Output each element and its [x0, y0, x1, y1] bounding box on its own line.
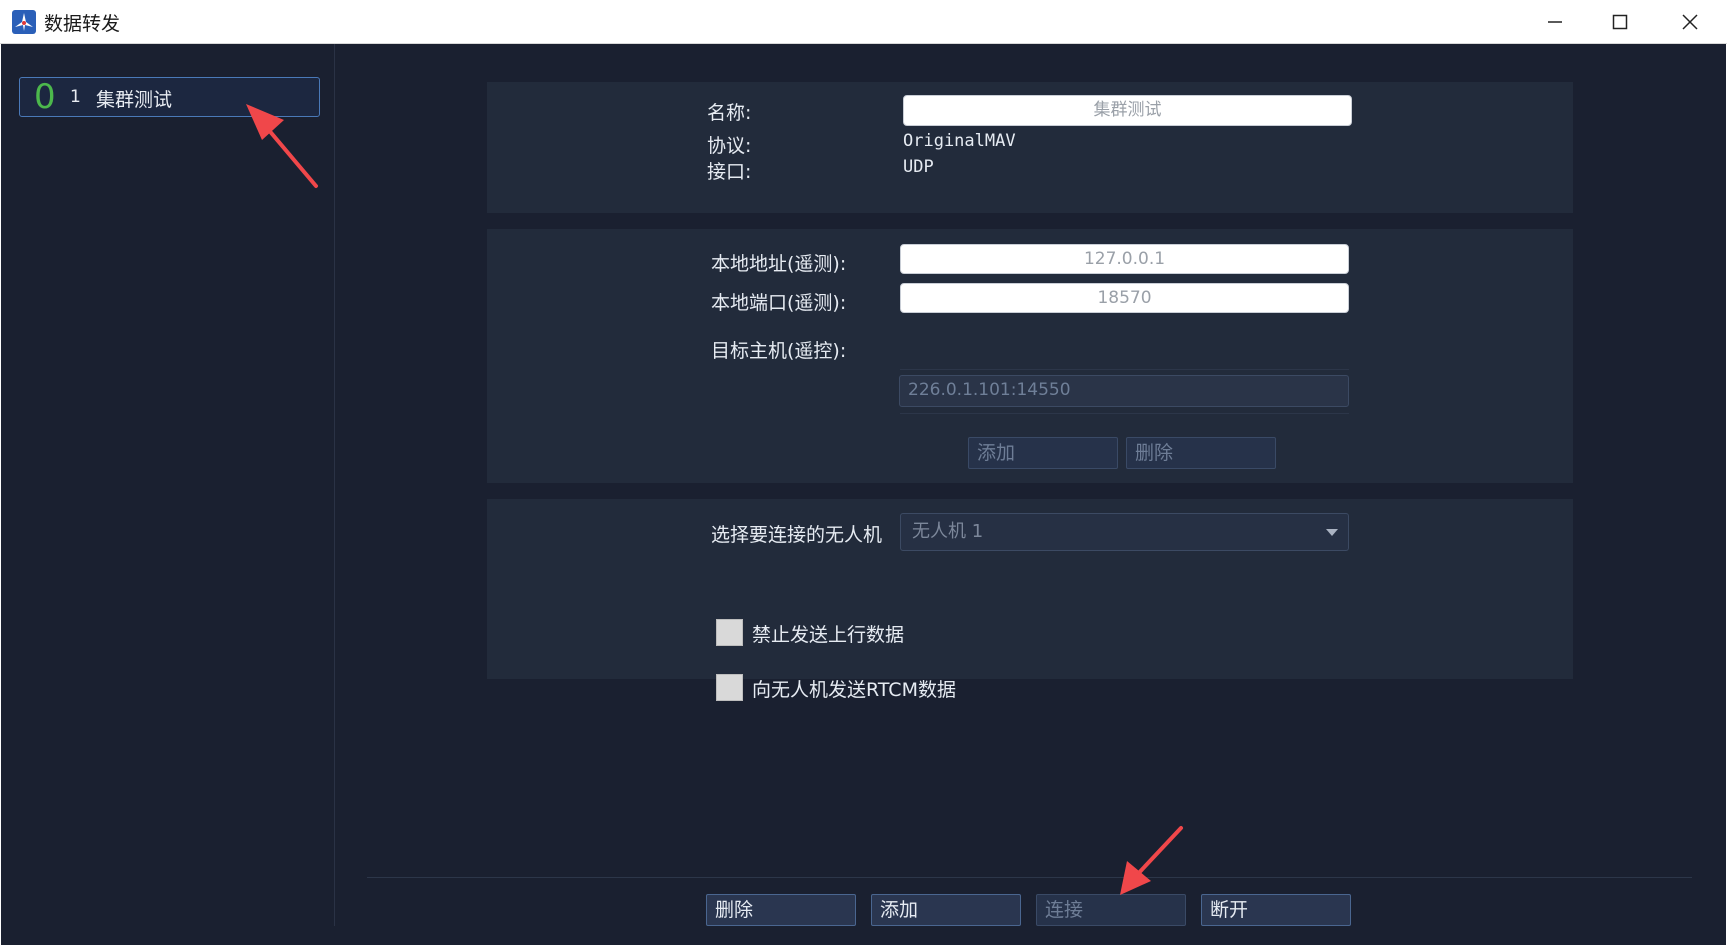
minimize-icon	[1548, 21, 1562, 23]
interface-label: 接口:	[707, 161, 752, 183]
local-address-label: 本地地址(遥测):	[711, 253, 847, 275]
local-address-input[interactable]: 127.0.0.1	[900, 244, 1349, 274]
delete-target-button[interactable]: 删除	[1126, 437, 1276, 469]
delete-button[interactable]: 删除	[706, 894, 856, 926]
list-item-id: 1	[70, 87, 81, 107]
add-target-button[interactable]: 添加	[968, 437, 1118, 469]
target-list-top-border	[900, 369, 1349, 370]
drone-select-label: 选择要连接的无人机	[711, 524, 883, 546]
minimize-button[interactable]	[1520, 0, 1590, 44]
send-rtcm-label: 向无人机发送RTCM数据	[752, 679, 956, 701]
list-item-count: 0	[34, 77, 56, 117]
window-title: 数据转发	[44, 13, 121, 35]
drone-select-value: 无人机 1	[912, 521, 984, 542]
local-port-label: 本地端口(遥测):	[711, 292, 847, 314]
send-rtcm-checkbox[interactable]	[716, 674, 743, 701]
add-button[interactable]: 添加	[871, 894, 1021, 926]
maximize-icon	[1612, 14, 1628, 30]
disable-uplink-checkbox[interactable]	[716, 619, 743, 646]
chevron-down-icon	[1326, 529, 1338, 536]
network-panel: 本地地址(遥测): 127.0.0.1 本地端口(遥测): 18570 目标主机…	[487, 229, 1573, 483]
list-item-name: 集群测试	[96, 89, 173, 111]
disconnect-button[interactable]: 断开	[1201, 894, 1351, 926]
title-bar: 数据转发	[0, 0, 1727, 44]
close-icon	[1682, 14, 1698, 30]
drone-select[interactable]: 无人机 1	[900, 513, 1349, 551]
name-label: 名称:	[707, 102, 752, 124]
target-list-bottom-border	[900, 413, 1349, 414]
info-panel: 名称: 集群测试 协议: OriginalMAV 接口: UDP	[487, 82, 1573, 213]
local-port-input[interactable]: 18570	[900, 283, 1349, 313]
protocol-value: OriginalMAV	[903, 131, 1016, 151]
annotation-arrow-icon	[246, 104, 318, 188]
footer-divider	[367, 877, 1692, 878]
annotation-arrow-icon	[1120, 826, 1183, 895]
interface-value: UDP	[903, 157, 934, 177]
disable-uplink-label: 禁止发送上行数据	[752, 624, 905, 646]
target-host-label: 目标主机(遥控):	[711, 340, 847, 362]
drone-panel: 选择要连接的无人机 无人机 1 禁止发送上行数据 向无人机发送RTCM数据	[487, 499, 1573, 701]
app-icon	[12, 10, 36, 34]
name-input[interactable]: 集群测试	[903, 95, 1352, 126]
close-button[interactable]	[1655, 0, 1725, 44]
maximize-button[interactable]	[1585, 0, 1655, 44]
target-host-item[interactable]: 226.0.1.101:14550	[899, 375, 1349, 407]
protocol-label: 协议:	[707, 135, 752, 157]
